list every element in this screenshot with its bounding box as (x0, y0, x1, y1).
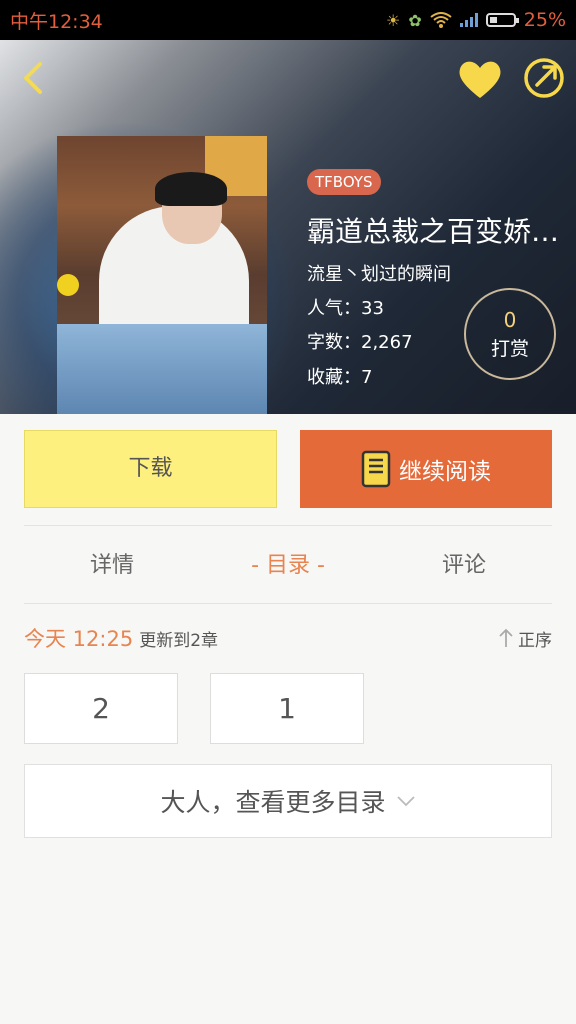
battery-icon (485, 13, 519, 27)
book-title: 霸道总裁之百变娇… (307, 215, 560, 248)
book-tag[interactable]: TFBOYS (307, 169, 381, 195)
battery-percent: 25% (523, 9, 566, 31)
update-row: 今天 12:25 更新到2章 正序 (24, 618, 552, 658)
tab-bar: 详情 - 目录 - 评论 (24, 527, 552, 603)
heart-icon[interactable] (456, 58, 504, 100)
tip-count: 0 (503, 308, 517, 332)
update-time: 今天 12:25 (24, 627, 134, 651)
sort-button[interactable]: 正序 (498, 626, 552, 651)
tab-details[interactable]: 详情 (24, 527, 200, 603)
tip-label: 打赏 (490, 338, 529, 360)
download-button[interactable]: 下载 (24, 430, 277, 508)
more-catalog-label: 大人，查看更多目录 (160, 788, 386, 817)
status-bar: 中午12:34 ☀ ✿ 25% (0, 0, 576, 40)
tip-button[interactable]: 0 打赏 (464, 288, 556, 380)
chevron-down-icon (396, 796, 415, 807)
update-info: 更新到2章 (139, 630, 219, 651)
cover-jeans (57, 324, 267, 414)
wifi-icon (430, 12, 452, 28)
book-favorites: 收藏：7 (307, 367, 373, 388)
divider (24, 525, 552, 526)
arrow-up-icon (499, 628, 513, 647)
back-icon[interactable] (14, 58, 54, 98)
book-icon (361, 450, 391, 488)
cover-hair (155, 172, 227, 206)
book-cover[interactable] (57, 136, 267, 414)
share-icon[interactable] (522, 56, 566, 100)
divider (24, 603, 552, 604)
more-catalog-button[interactable]: 大人，查看更多目录 (24, 764, 552, 838)
sort-label: 正序 (518, 630, 552, 651)
book-author[interactable]: 流星丶划过的瞬间 (307, 260, 451, 286)
status-time: 中午12:34 (10, 10, 103, 33)
chapter-item[interactable]: 2 (24, 673, 178, 744)
continue-reading-button[interactable]: 继续阅读 (300, 430, 552, 508)
cover-flower (57, 274, 79, 296)
tab-comments[interactable]: 评论 (376, 527, 552, 603)
signal-icon (459, 13, 478, 27)
chapter-item[interactable]: 1 (210, 673, 364, 744)
book-word-count: 字数：2,267 (307, 332, 413, 353)
alarm-icon: ☀ (386, 10, 401, 30)
status-icons: ☀ ✿ 25% (386, 9, 566, 31)
leaf-icon: ✿ (408, 10, 422, 30)
continue-reading-label: 继续阅读 (399, 459, 491, 485)
book-popularity: 人气：33 (307, 298, 384, 319)
tab-catalog[interactable]: - 目录 - (200, 527, 376, 603)
book-header: TFBOYS 霸道总裁之百变娇… 流星丶划过的瞬间 人气：33 字数：2,267… (0, 40, 576, 414)
